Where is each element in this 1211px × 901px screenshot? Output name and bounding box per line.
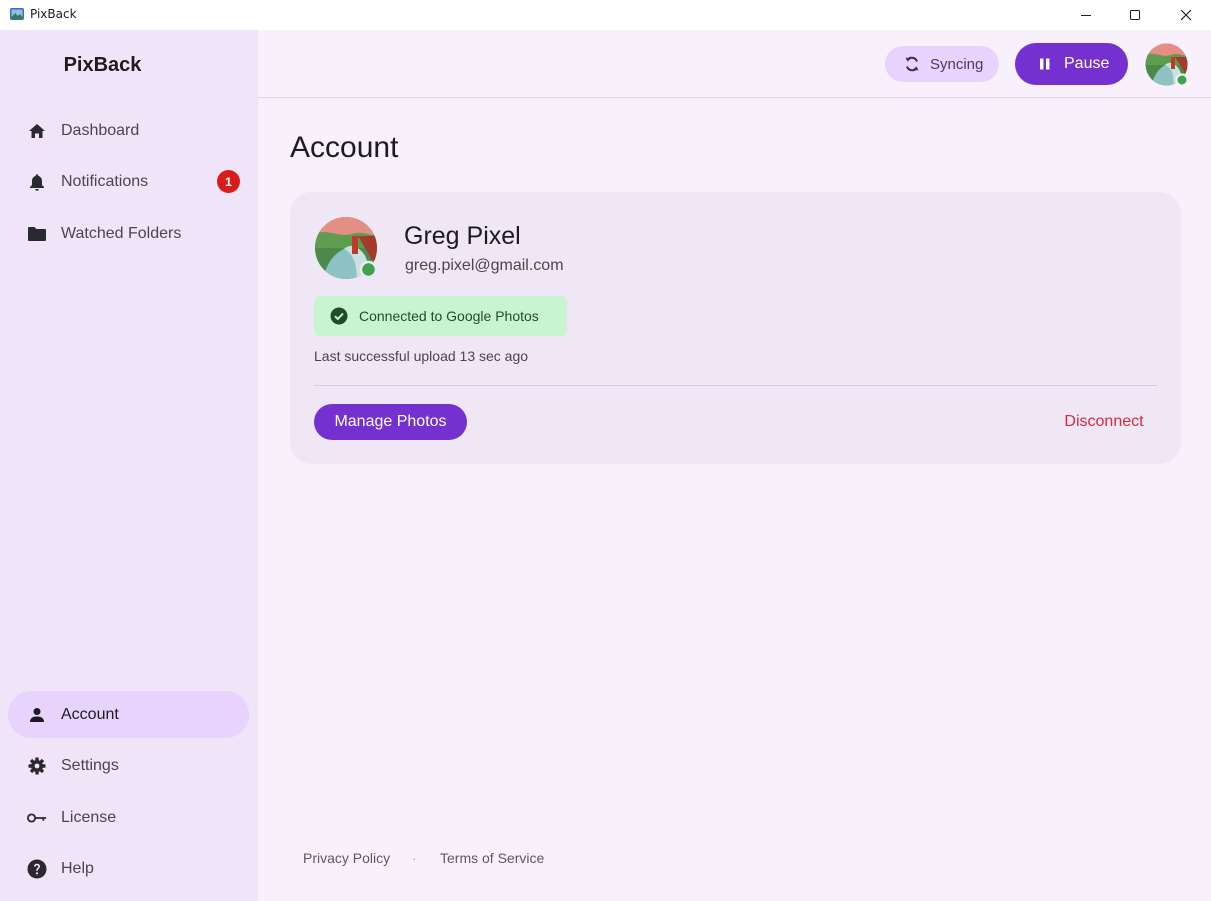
sidebar: PixBack Dashboard Notifications 1 Watche…: [0, 30, 258, 901]
maximize-button[interactable]: [1110, 0, 1160, 30]
privacy-policy-link[interactable]: Privacy Policy: [303, 850, 390, 866]
account-email: greg.pixel@gmail.com: [405, 257, 564, 274]
last-upload-text: Last successful upload 13 sec ago: [314, 348, 529, 364]
maximize-icon: [1130, 10, 1140, 20]
sidebar-item-license[interactable]: License: [8, 794, 249, 841]
close-button[interactable]: [1161, 0, 1211, 30]
minimize-icon: [1081, 15, 1091, 16]
account-card: Greg Pixel greg.pixel@gmail.com Connecte…: [290, 192, 1181, 464]
syncing-label: Syncing: [930, 55, 984, 73]
brand-title: PixBack: [63, 54, 142, 76]
account-name: Greg Pixel: [404, 222, 521, 250]
page-title: Account: [290, 131, 399, 164]
footer-separator: ·: [412, 850, 417, 866]
disconnect-button[interactable]: Disconnect: [1052, 404, 1156, 440]
gear-icon: [27, 756, 47, 776]
notification-count-badge: 1: [217, 170, 240, 193]
close-icon: [1180, 9, 1192, 21]
person-icon: [27, 705, 47, 725]
sidebar-item-label: License: [61, 808, 117, 826]
home-icon: [27, 121, 47, 141]
help-icon: [27, 859, 47, 879]
sidebar-item-label: Help: [61, 859, 94, 877]
sidebar-item-account[interactable]: Account: [8, 691, 249, 738]
minimize-button[interactable]: [1061, 0, 1111, 30]
sidebar-item-help[interactable]: Help: [8, 845, 249, 892]
sidebar-item-label: Dashboard: [61, 121, 140, 139]
user-avatar[interactable]: [1145, 43, 1188, 86]
sidebar-item-label: Notifications: [61, 172, 149, 190]
card-divider: [314, 385, 1157, 386]
manage-photos-button[interactable]: Manage Photos: [314, 404, 467, 440]
connection-status-label: Connected to Google Photos: [359, 308, 539, 324]
bell-icon: [27, 172, 47, 192]
syncing-status-chip[interactable]: Syncing: [885, 46, 999, 82]
check-circle-icon: [330, 307, 348, 325]
pause-label: Pause: [1064, 55, 1110, 72]
sidebar-item-notifications[interactable]: Notifications 1: [8, 158, 249, 205]
account-avatar: [315, 217, 378, 279]
top-bar: Syncing Pause: [258, 30, 1211, 98]
sync-icon: [905, 56, 919, 72]
pause-button[interactable]: Pause: [1015, 43, 1128, 85]
terms-of-service-link[interactable]: Terms of Service: [440, 850, 544, 866]
connection-status-chip: Connected to Google Photos: [314, 296, 567, 336]
sidebar-item-label: Account: [61, 705, 119, 723]
pause-icon: [1040, 58, 1050, 70]
folder-icon: [27, 224, 47, 244]
window-title: PixBack: [30, 7, 77, 21]
sidebar-item-settings[interactable]: Settings: [8, 742, 249, 789]
sidebar-item-label: Settings: [61, 756, 119, 774]
app-logo-icon: [10, 8, 24, 20]
sidebar-item-watched-folders[interactable]: Watched Folders: [8, 210, 249, 257]
key-icon: [27, 808, 47, 828]
sidebar-item-label: Watched Folders: [61, 224, 182, 242]
window-titlebar: PixBack: [0, 0, 1211, 30]
sidebar-item-dashboard[interactable]: Dashboard: [8, 107, 249, 154]
